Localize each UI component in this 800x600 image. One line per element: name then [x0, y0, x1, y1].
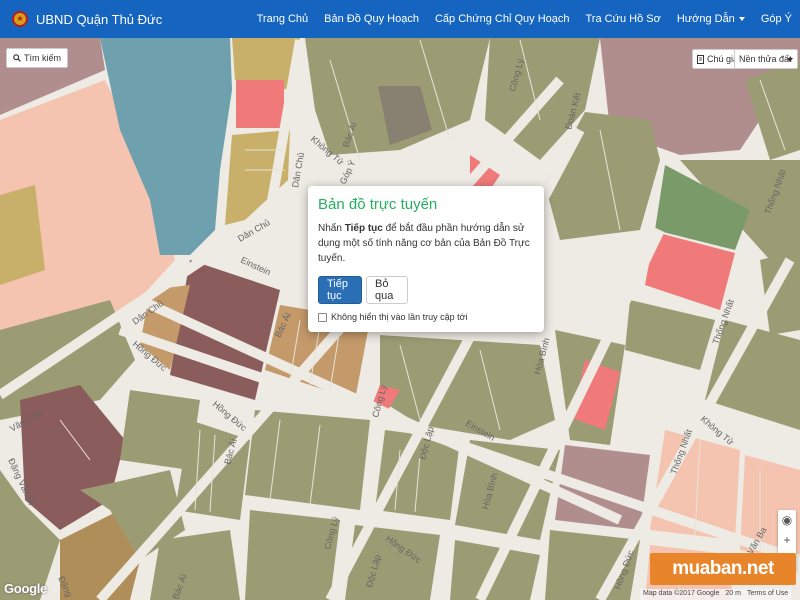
map-attribution: Map data ©2017 Google 20 m Terms of Use [640, 589, 792, 600]
emblem-icon: ★ [12, 11, 28, 27]
chevron-down-icon [787, 58, 793, 62]
zoom-in-button[interactable]: + [778, 530, 796, 550]
basemap-select[interactable]: Nền thửa đất [734, 49, 798, 69]
scale-label: 20 m [725, 590, 741, 597]
dialog-body-pre: Nhấn [318, 223, 345, 234]
basemap-select-value: Nền thửa đất [739, 54, 792, 64]
dont-show-again[interactable]: Không hiển thị vào lần truy cập tới [318, 312, 534, 322]
parcel-red [236, 80, 284, 128]
search-button[interactable]: Tìm kiếm [6, 48, 68, 68]
caret-down-icon [738, 17, 745, 21]
continue-button[interactable]: Tiếp tục [318, 276, 362, 304]
nav-planning-map[interactable]: Bản Đồ Quy Hoạch [316, 0, 427, 38]
dialog-buttons: Tiếp tục Bỏ qua [318, 276, 534, 304]
nav-feedback[interactable]: Góp Ý [753, 0, 800, 38]
terms-link[interactable]: Terms of Use [747, 590, 788, 599]
top-navbar: ★ UBND Quận Thủ Đức Trang Chủ Bản Đồ Quy… [0, 0, 800, 38]
search-button-label: Tìm kiếm [24, 53, 61, 63]
google-logo: Google [4, 581, 47, 596]
dialog-body: Nhấn Tiếp tục để bắt đầu phần hướng dẫn … [318, 221, 534, 266]
brand[interactable]: ★ UBND Quận Thủ Đức [0, 11, 162, 27]
parcel-residential [245, 510, 340, 600]
watermark-logo: muaban.net [650, 553, 796, 585]
nav-lookup[interactable]: Tra Cứu Hồ Sơ [578, 0, 669, 38]
search-icon [13, 54, 21, 62]
locate-button[interactable]: ◉ [778, 510, 796, 530]
nav-home[interactable]: Trang Chủ [249, 0, 317, 38]
document-icon [697, 54, 704, 64]
dont-show-again-checkbox[interactable] [318, 312, 327, 322]
skip-button[interactable]: Bỏ qua [366, 276, 408, 304]
dialog-body-bold: Tiếp tục [344, 223, 383, 234]
nav-certificate[interactable]: Cấp Chứng Chỉ Quy Hoạch [427, 0, 578, 38]
intro-dialog: Bản đồ trực tuyến Nhấn Tiếp tục để bắt đ… [308, 186, 544, 332]
dont-show-again-label: Không hiển thị vào lần truy cập tới [331, 312, 468, 322]
nav-guide[interactable]: Hướng Dẫn [669, 0, 753, 38]
app-title: UBND Quận Thủ Đức [36, 11, 163, 27]
main-nav: Trang Chủ Bản Đồ Quy Hoạch Cấp Chứng Chỉ… [249, 0, 800, 38]
attribution-data: Map data ©2017 Google [643, 590, 720, 597]
watermark-text: muaban.net [672, 558, 774, 579]
nav-guide-label: Hướng Dẫn [676, 13, 735, 25]
parcel-residential [150, 530, 240, 600]
parcel-residential [245, 410, 370, 510]
dialog-title: Bản đồ trực tuyến [318, 196, 438, 213]
